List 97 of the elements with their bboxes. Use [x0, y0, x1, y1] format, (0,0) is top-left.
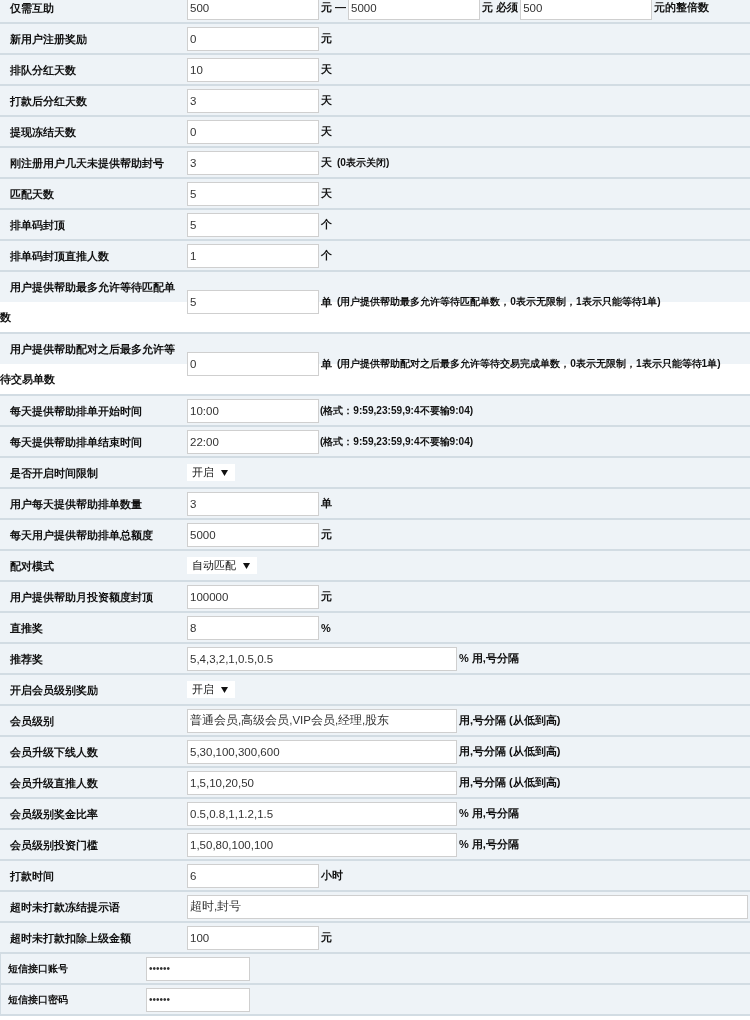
setting-label: 提现冻结天数 — [10, 124, 77, 140]
unit-label: 个 — [321, 248, 332, 263]
dropdown[interactable]: 开启 — [187, 464, 235, 481]
setting-label: 短信接口账号 — [8, 961, 69, 976]
unit-label: 天 — [321, 62, 332, 77]
unit-label: 个 — [321, 217, 332, 232]
setting-label: 排队分红天数 — [10, 62, 77, 78]
setting-label: 仅需互助 — [10, 0, 55, 16]
unit-label: 单 — [321, 294, 332, 310]
input-field[interactable]: 1 — [187, 243, 319, 268]
input-field[interactable]: 5 — [187, 212, 319, 237]
input-field[interactable]: 8 — [187, 615, 319, 640]
input-field[interactable]: 5 — [187, 290, 319, 314]
input-field[interactable]: 1,50,80,100,100 — [187, 832, 457, 857]
input-field[interactable]: 0 — [187, 352, 319, 376]
input-field[interactable]: 5,4,3,2,1,0.5,0.5 — [187, 646, 457, 671]
setting-label: 用户提供帮助月投资额度封顶 — [10, 589, 154, 605]
unit-label: 天 — [321, 186, 332, 201]
input-field[interactable]: 100 — [187, 925, 319, 950]
setting-label: 每天用户提供帮助排单总额度 — [10, 527, 154, 543]
input-field[interactable]: 5,30,100,300,600 — [187, 739, 457, 764]
setting-label: 短信接口密码 — [8, 992, 69, 1007]
dropdown[interactable]: 开启 — [187, 681, 235, 698]
input-field[interactable]: 3 — [187, 88, 319, 113]
setting-label: 排单码封顶直推人数 — [10, 248, 110, 264]
caret-icon — [243, 562, 250, 569]
input-field[interactable]: 3 — [187, 150, 319, 175]
setting-label: 会员级别 — [10, 713, 55, 729]
unit-label: % — [321, 621, 331, 634]
input-field[interactable]: 10 — [187, 57, 319, 82]
setting-label: 配对模式 — [10, 558, 55, 574]
input-field[interactable]: 普通会员,高级会员,VIP会员,经理,股东 — [187, 708, 457, 733]
input-field[interactable]: 1,5,10,20,50 — [187, 770, 457, 795]
input-field[interactable]: 0 — [187, 119, 319, 144]
setting-label: 用户提供帮助配对之后最多允许等待交易单数 — [0, 342, 176, 387]
input-field[interactable]: 超时,封号 — [187, 894, 748, 919]
setting-label: 刚注册用户几天未提供帮助封号 — [10, 155, 165, 171]
hint-text: (0表示关闭) — [337, 155, 390, 170]
unit-label: 天 — [321, 124, 332, 139]
setting-label: 会员级别奖金比率 — [10, 806, 99, 822]
unit-label: 用,号分隔 (从低到高) — [459, 744, 561, 759]
setting-label: 超时未打款扣除上级金额 — [10, 930, 132, 946]
setting-label: 每天提供帮助排单开始时间 — [10, 403, 143, 419]
hint-text: (格式：9:59,23:59,9:4不要输9:04) — [320, 434, 474, 449]
input-field[interactable]: 6 — [187, 863, 319, 888]
unit-label: 单 — [321, 356, 332, 372]
setting-label: 开启会员级别奖励 — [10, 682, 99, 698]
input-field[interactable]: 500 — [520, 0, 653, 20]
unit-label: 元 — [321, 930, 332, 945]
input-field[interactable]: 100000 — [187, 584, 319, 609]
input-field[interactable]: 5000 — [187, 522, 319, 547]
setting-label: 新用户注册奖励 — [10, 31, 88, 47]
unit-label: % 用,号分隔 — [459, 651, 519, 666]
setting-label: 超时未打款冻结提示语 — [10, 899, 121, 915]
caret-icon — [221, 469, 228, 476]
input-field[interactable]: 3 — [187, 491, 319, 516]
input-field[interactable]: 0.5,0.8,1,1.2,1.5 — [187, 801, 457, 826]
hint-text: (格式：9:59,23:59,9:4不要输9:04) — [320, 403, 474, 418]
setting-label: 推荐奖 — [10, 651, 44, 667]
input-field[interactable]: 0 — [187, 26, 319, 51]
dropdown[interactable]: 自动匹配 — [187, 557, 257, 574]
unit-label: 天 — [321, 93, 332, 108]
hint-text: (用户提供帮助配对之后最多允许等待交易完成单数，0表示无限制，1表示只能等待1单) — [337, 357, 721, 371]
unit-label: 单 — [321, 496, 332, 511]
unit-label: 元 — — [321, 0, 347, 15]
setting-label: 会员级别投资门槛 — [10, 837, 99, 853]
setting-label: 每天提供帮助排单结束时间 — [10, 434, 143, 450]
setting-label: 用户每天提供帮助排单数量 — [10, 496, 143, 512]
setting-label: 打款后分红天数 — [10, 93, 88, 109]
unit-label: 元 — [321, 589, 332, 604]
input-field[interactable]: 5 — [187, 181, 319, 206]
unit-label: 元的整倍数 — [654, 0, 710, 15]
unit-label: 小时 — [321, 868, 343, 883]
unit-label: 元 — [321, 527, 332, 542]
input-field[interactable]: 500 — [187, 0, 319, 20]
setting-label: 会员升级直推人数 — [10, 775, 99, 791]
unit-label: % 用,号分隔 — [459, 837, 519, 852]
input-field[interactable]: •••••• — [146, 987, 250, 1012]
setting-label: 打款时间 — [10, 868, 55, 884]
unit-label: 天 — [321, 155, 332, 170]
unit-label: 用,号分隔 (从低到高) — [459, 713, 561, 728]
setting-label: 是否开启时间限制 — [10, 465, 99, 481]
input-field[interactable]: 22:00 — [187, 429, 319, 454]
input-field[interactable]: 10:00 — [187, 398, 319, 423]
hint-text: (用户提供帮助最多允许等待匹配单数，0表示无限制，1表示只能等待1单) — [337, 295, 661, 309]
unit-label: 用,号分隔 (从低到高) — [459, 775, 561, 790]
setting-label: 排单码封顶 — [10, 217, 66, 233]
input-field[interactable]: 5000 — [348, 0, 481, 20]
input-field[interactable]: •••••• — [146, 956, 250, 981]
unit-label: % 用,号分隔 — [459, 806, 519, 821]
caret-icon — [221, 686, 228, 693]
setting-label: 直推奖 — [10, 620, 44, 636]
setting-label: 匹配天数 — [10, 186, 55, 202]
unit-label: 元 — [321, 31, 332, 46]
unit-label: 元 必须 — [482, 0, 519, 15]
setting-label: 会员升级下线人数 — [10, 744, 99, 760]
setting-label: 用户提供帮助最多允许等待匹配单数 — [0, 280, 176, 325]
